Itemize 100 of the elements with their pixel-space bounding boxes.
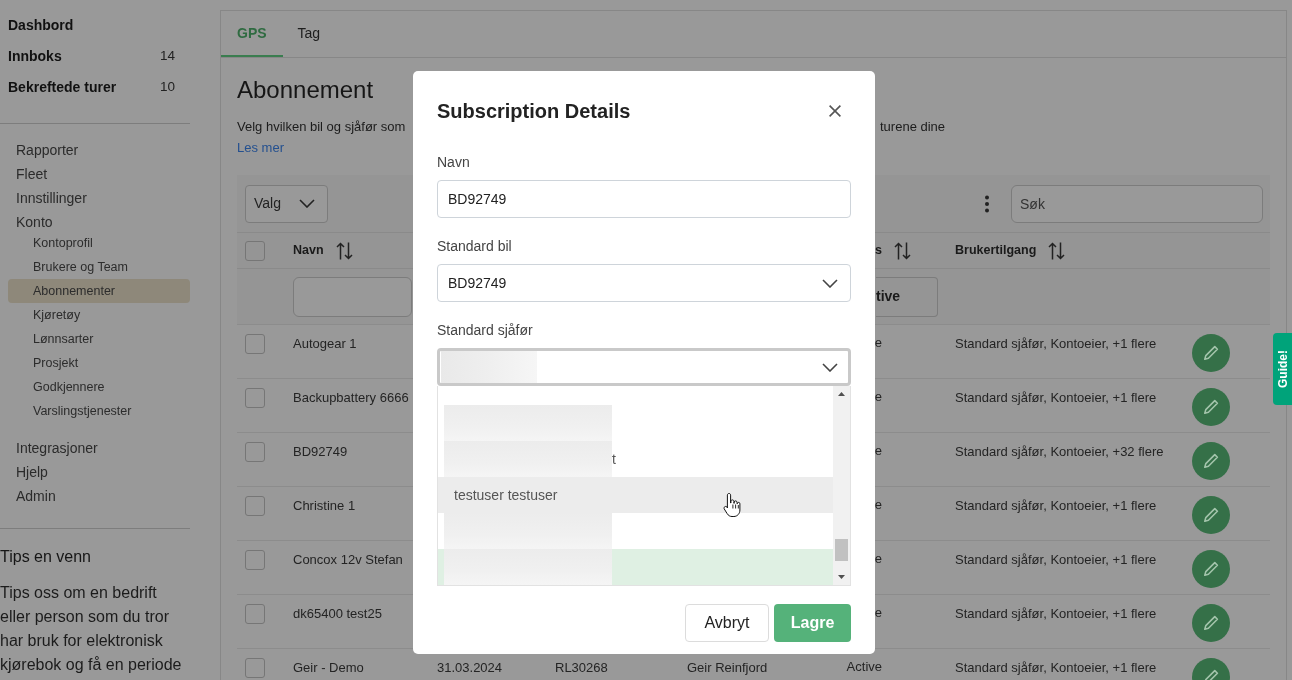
tab[interactable]: Tag: [282, 11, 337, 57]
edit-button[interactable]: [1192, 496, 1230, 534]
pencil-icon: [1203, 561, 1219, 577]
row-checkbox[interactable]: [245, 604, 265, 624]
search-field[interactable]: Søk: [1011, 184, 1263, 223]
submenu-item[interactable]: Kjøretøy: [8, 303, 190, 327]
pencil-icon: [1203, 345, 1219, 361]
column-header: Brukertilgang: [955, 242, 1037, 260]
text-field[interactable]: BD92749: [437, 180, 851, 218]
table-cell-text: Active: [846, 658, 882, 676]
table-cell-text: Standard sjåfør, Kontoeier, +1 flere: [955, 335, 1157, 353]
column-header: s: [875, 242, 882, 260]
close-icon[interactable]: [829, 105, 841, 117]
table-cell-text: Backupbattery 6666: [293, 389, 409, 407]
chevron-down-icon: [822, 278, 838, 288]
submenu-item[interactable]: Prosjekt: [8, 351, 190, 375]
dropdown-option[interactable]: t: [438, 441, 833, 477]
table-cell-text: Standard sjåfør, Kontoeier, +1 flere: [955, 551, 1157, 569]
hand-cursor-icon: [723, 492, 741, 518]
menu-item[interactable]: Rapporter: [0, 138, 190, 162]
table-cell-text: e: [874, 442, 882, 460]
cancel-button[interactable]: Avbryt: [685, 604, 769, 642]
pencil-icon: [1203, 453, 1219, 469]
sidebar-link[interactable]: Innboks: [8, 46, 62, 67]
pencil-icon: [1203, 399, 1219, 415]
table-cell-text: Standard sjåfør, Kontoeier, +32 flere: [955, 443, 1164, 461]
tip-title: Tips en venn: [0, 547, 92, 567]
table-cell-text: e: [874, 388, 882, 406]
filter-field[interactable]: [293, 276, 412, 317]
menu-item[interactable]: Konto: [0, 210, 190, 234]
sidebar-link[interactable]: Bekreftede turer: [8, 77, 117, 98]
table-cell-text: e: [874, 604, 882, 622]
read-more-link[interactable]: Les mer: [237, 140, 284, 155]
status-filter-field[interactable]: tive: [876, 276, 938, 317]
edit-button[interactable]: [1192, 604, 1230, 642]
table-cell-text: 31.03.2024: [437, 659, 503, 677]
item-count: 14: [159, 47, 175, 66]
scroll-up-arrow-icon[interactable]: [838, 392, 845, 396]
table-cell-text: dk65400 test25: [293, 605, 382, 623]
more-options-icon[interactable]: [984, 194, 990, 213]
menu-item[interactable]: Fleet: [0, 162, 190, 186]
menu-item[interactable]: Integrasjoner: [0, 436, 190, 460]
edit-button[interactable]: [1192, 442, 1230, 480]
row-checkbox[interactable]: [245, 334, 265, 354]
table-cell-text: Christine 1: [293, 497, 356, 515]
guide-tab[interactable]: Guide!: [1273, 333, 1292, 405]
row-checkbox[interactable]: [245, 496, 265, 516]
table-cell-text: Geir Reinfjord: [687, 659, 768, 677]
table-cell-text: Concox 12v Stefan: [293, 551, 403, 569]
table-cell-text: RL30268: [555, 659, 608, 677]
sort-icon[interactable]: [335, 241, 353, 260]
submenu-item[interactable]: Lønnsarter: [8, 327, 190, 351]
table-cell-text: Standard sjåfør, Kontoeier, +1 flere: [955, 497, 1157, 515]
edit-button[interactable]: [1192, 550, 1230, 588]
save-button[interactable]: Lagre: [774, 604, 851, 642]
table-cell-text: e: [874, 334, 882, 352]
table-cell-text: e: [874, 550, 882, 568]
edit-button[interactable]: [1192, 388, 1230, 426]
bulk-action-dropdown[interactable]: Valg: [245, 184, 328, 223]
submenu-item[interactable]: Brukere og Team: [8, 255, 190, 279]
table-cell-text: Standard sjåfør, Kontoeier, +1 flere: [955, 659, 1157, 677]
table-cell-text: BD92749: [293, 443, 348, 461]
table-cell-text: e: [874, 496, 882, 514]
dropdown-option[interactable]: testuser testuser: [438, 477, 833, 513]
field-label: Standard sjåfør: [437, 321, 534, 340]
pencil-icon: [1203, 507, 1219, 523]
item-count: 10: [159, 78, 175, 97]
column-header: Navn: [293, 242, 324, 260]
table-cell-text: Standard sjåfør, Kontoeier, +1 flere: [955, 605, 1157, 623]
menu-item[interactable]: Admin: [0, 484, 190, 508]
row-checkbox[interactable]: [245, 550, 265, 570]
tip-text: Tips oss om en bedrift eller person som du tror har bruk for elektronisk kjørebok og få en periode: [0, 583, 183, 675]
row-checkbox[interactable]: [245, 658, 265, 678]
modal-title: Subscription Details: [437, 99, 631, 123]
submenu-item[interactable]: Kontoprofil: [8, 231, 190, 255]
row-checkbox[interactable]: [245, 442, 265, 462]
submenu-item[interactable]: Abonnementer: [8, 279, 190, 303]
scroll-down-arrow-icon[interactable]: [838, 575, 845, 579]
page-title: Abonnement: [237, 75, 375, 105]
sort-icon[interactable]: [1048, 241, 1066, 260]
select-field[interactable]: [437, 348, 851, 386]
submenu-item[interactable]: Varslingstjenester: [8, 399, 190, 423]
sidebar-link[interactable]: Dashbord: [8, 15, 74, 36]
sort-icon[interactable]: [894, 241, 911, 260]
submenu-item[interactable]: Godkjennere: [8, 375, 190, 399]
pencil-icon: [1203, 615, 1219, 631]
menu-item[interactable]: Innstillinger: [0, 186, 190, 210]
menu-item[interactable]: Hjelp: [0, 460, 190, 484]
row-checkbox[interactable]: [245, 388, 265, 408]
chevron-down-icon: [822, 362, 838, 372]
chevron-down-icon: [299, 199, 315, 208]
table-cell-text: Standard sjåfør, Kontoeier, +1 flere: [955, 389, 1157, 407]
description-text: Velg hvilken bil og sjåfør som: [237, 118, 407, 136]
scrollbar-thumb[interactable]: [835, 539, 848, 561]
table-cell-text: Autogear 1: [293, 335, 357, 353]
edit-button[interactable]: [1192, 334, 1230, 372]
field-label: Navn: [437, 153, 471, 172]
select-field[interactable]: BD92749: [437, 264, 851, 302]
table-cell-text: Geir - Demo: [293, 659, 364, 677]
select-all-checkbox[interactable]: [245, 240, 265, 261]
